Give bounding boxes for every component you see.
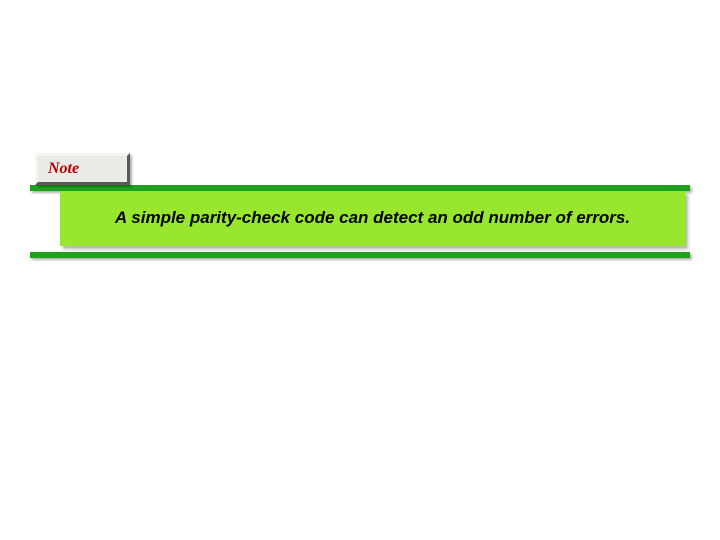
note-text: A simple parity-check code can detect an… (115, 207, 630, 229)
bottom-rule (30, 252, 690, 258)
note-label: Note (48, 160, 79, 178)
note-body: A simple parity-check code can detect an… (60, 191, 685, 246)
note-badge: Note (35, 153, 130, 185)
